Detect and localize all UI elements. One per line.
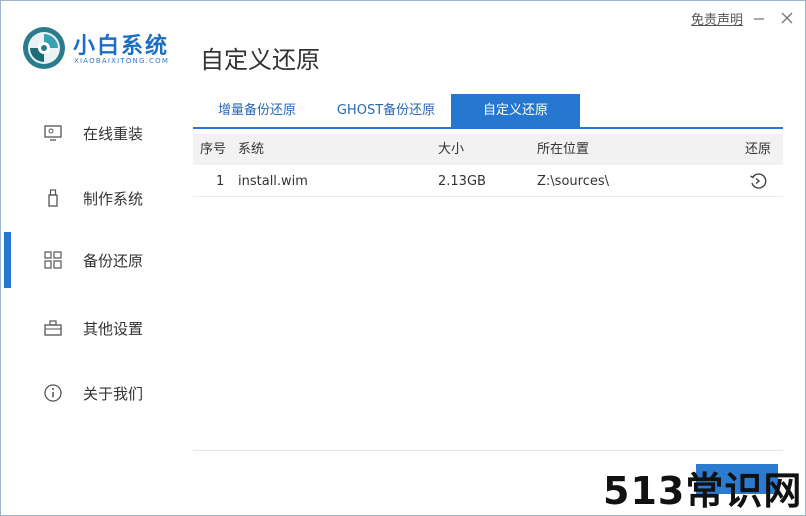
row-location: Z:\sources\ — [537, 174, 609, 189]
column-header: 序号 — [200, 142, 227, 157]
sidebar-item-label: 制作系统 — [83, 189, 144, 208]
usb-drive-icon — [43, 188, 63, 208]
sidebar-item-label: 关于我们 — [83, 384, 144, 403]
info-icon — [43, 383, 63, 403]
tab-underline — [193, 127, 783, 129]
minimize-icon[interactable] — [752, 10, 766, 24]
column-header: 系统 — [238, 142, 265, 157]
sidebar-item-label: 其他设置 — [83, 319, 144, 338]
column-header: 所在位置 — [537, 142, 590, 157]
tab-custom-restore[interactable]: 自定义还原 — [451, 94, 580, 127]
column-header: 还原 — [745, 142, 772, 157]
tab-incremental-backup[interactable]: 增量备份还原 — [193, 94, 321, 127]
sidebar-item-label: 备份还原 — [83, 251, 144, 270]
toolbox-icon — [43, 318, 63, 338]
tab-bar: 增量备份还原 GHOST备份还原 自定义还原 — [193, 94, 783, 127]
brand-subtitle: XIAOBAIXITONG.COM — [74, 57, 170, 65]
table-row[interactable]: 1 install.wim 2.13GB Z:\sources\ — [193, 166, 783, 197]
logo-icon — [22, 26, 66, 70]
sidebar-item-make-system[interactable]: 制作系统 — [1, 170, 187, 226]
sidebar-item-online-reinstall[interactable]: 在线重装 — [1, 105, 187, 161]
table-header: 序号 系统 大小 所在位置 还原 — [193, 134, 783, 165]
grid-restore-icon — [43, 250, 63, 270]
sidebar-item-other-settings[interactable]: 其他设置 — [1, 300, 187, 356]
sidebar-item-backup-restore[interactable]: 备份还原 — [1, 232, 187, 288]
close-icon[interactable] — [780, 10, 794, 24]
row-index: 1 — [216, 174, 225, 189]
sidebar: 小白系统 XIAOBAIXITONG.COM 在线重装 制作系统 备份还原 其他… — [1, 1, 187, 513]
sidebar-item-about-us[interactable]: 关于我们 — [1, 365, 187, 421]
page-title: 自定义还原 — [200, 46, 320, 74]
footer-divider — [193, 450, 783, 451]
disclaimer-link[interactable]: 免责声明 — [691, 9, 743, 28]
column-header: 大小 — [438, 142, 465, 157]
monitor-icon — [43, 123, 63, 143]
brand-name: 小白系统 — [73, 34, 170, 59]
watermark: 513常识网 — [603, 469, 803, 513]
row-system: install.wim — [238, 174, 308, 189]
restore-icon[interactable] — [749, 172, 767, 194]
row-size: 2.13GB — [438, 174, 486, 189]
sidebar-item-label: 在线重装 — [83, 124, 144, 143]
tab-ghost-backup[interactable]: GHOST备份还原 — [321, 94, 451, 127]
